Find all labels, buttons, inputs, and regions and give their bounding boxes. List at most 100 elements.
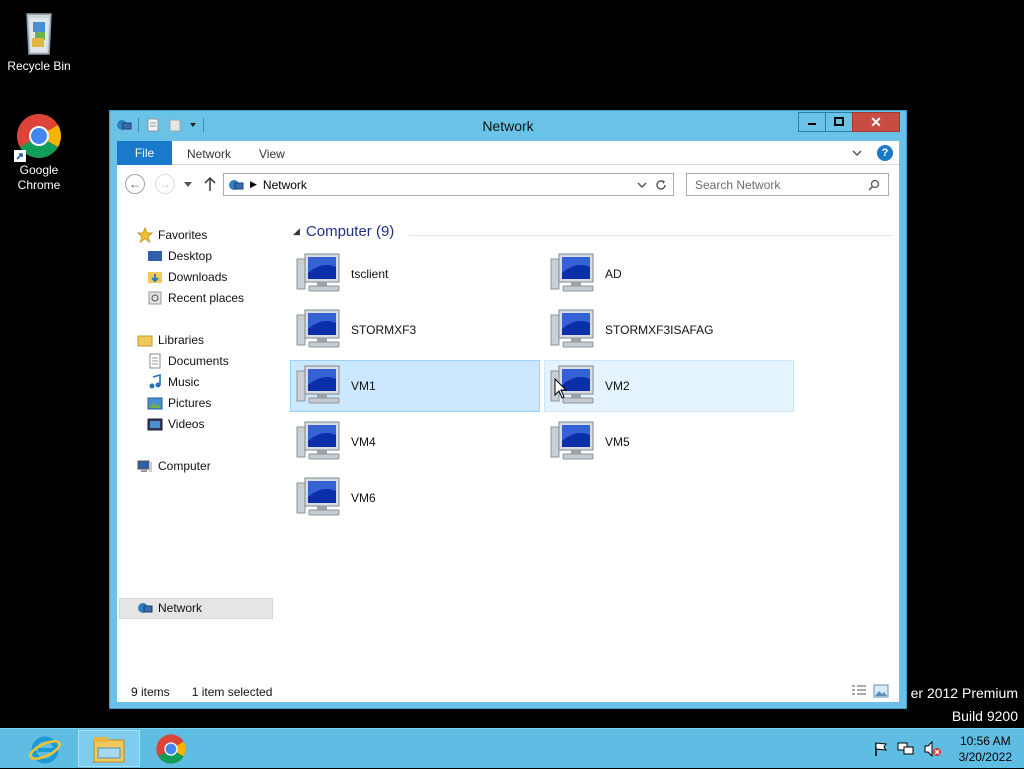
sidebar-item-pictures[interactable]: Pictures <box>147 393 211 413</box>
computer-item[interactable]: tsclient <box>290 248 540 300</box>
navigation-pane: Favorites Desktop Downloads Recent place… <box>117 211 282 681</box>
sidebar-item-computer[interactable]: Computer <box>137 456 211 476</box>
network-status-icon[interactable] <box>897 741 915 757</box>
taskbar-google-chrome[interactable] <box>140 730 202 767</box>
computer-icon <box>295 419 345 466</box>
chrome-icon <box>14 112 63 162</box>
google-chrome-shortcut[interactable]: Google Chrome <box>1 112 77 193</box>
taskbar-clock[interactable]: 10:56 AM 3/20/2022 <box>959 733 1012 765</box>
sidebar-item-downloads[interactable]: Downloads <box>147 267 227 287</box>
network-location-icon <box>229 179 244 190</box>
taskbar-internet-explorer[interactable] <box>14 730 76 767</box>
tab-file[interactable]: File <box>117 141 172 165</box>
computer-item-label: VM5 <box>605 435 630 449</box>
ribbon-tab-bar: File Network View ? <box>117 141 899 165</box>
group-header-label: Computer (9) <box>305 223 395 240</box>
videos-icon <box>147 418 163 431</box>
window-title: Network <box>482 118 534 134</box>
sidebar-item-label: Favorites <box>158 228 208 242</box>
recycle-bin-shortcut[interactable]: Recycle Bin <box>1 8 77 74</box>
selection-count: 1 item selected <box>191 684 273 699</box>
computer-item-label: STORMXF3ISAFAG <box>605 323 714 337</box>
computer-item[interactable]: STORMXF3 <box>290 304 540 356</box>
sidebar-item-recent-places[interactable]: Recent places <box>147 288 244 308</box>
sidebar-item-videos[interactable]: Videos <box>147 414 204 434</box>
back-arrow-icon: ← <box>129 177 141 191</box>
recent-locations-icon[interactable] <box>183 181 193 189</box>
computer-item[interactable]: VM5 <box>544 416 794 468</box>
music-icon <box>149 374 161 389</box>
tab-network[interactable]: Network <box>187 147 231 161</box>
forward-arrow-icon: → <box>159 177 171 191</box>
computer-item-label: VM2 <box>605 379 630 393</box>
sidebar-item-label: Videos <box>168 417 205 431</box>
sidebar-item-documents[interactable]: Documents <box>147 351 229 371</box>
address-bar[interactable]: ▶ Network <box>223 173 674 196</box>
computer-item-label: VM6 <box>351 491 376 505</box>
chrome-icon <box>156 733 186 764</box>
expand-ribbon-icon[interactable] <box>851 147 863 159</box>
maximize-button[interactable] <box>825 112 853 132</box>
sidebar-item-label: Desktop <box>168 249 213 263</box>
computer-item[interactable]: STORMXF3ISAFAG <box>544 304 794 356</box>
item-count: 9 items <box>131 684 170 699</box>
group-divider <box>409 235 892 236</box>
sidebar-item-desktop[interactable]: Desktop <box>147 246 212 266</box>
action-center-flag-icon[interactable] <box>873 741 889 757</box>
minimize-icon <box>808 123 816 125</box>
help-icon[interactable]: ? <box>877 145 893 161</box>
recycle-bin-icon <box>15 8 63 56</box>
group-header[interactable]: ◢ Computer (9) <box>293 223 394 240</box>
computer-item[interactable]: VM1 <box>290 360 540 412</box>
address-path[interactable]: Network <box>263 178 307 192</box>
maximize-icon <box>834 117 844 126</box>
volume-muted-icon[interactable] <box>923 741 941 757</box>
sidebar-item-music[interactable]: Music <box>147 372 199 392</box>
computer-item[interactable]: AD <box>544 248 794 300</box>
shortcut-arrow-icon <box>14 150 26 162</box>
search-input[interactable]: Search Network <box>686 173 889 196</box>
computer-icon <box>549 307 599 354</box>
sidebar-item-label: Pictures <box>168 396 212 410</box>
computer-item-label: AD <box>605 267 622 281</box>
sidebar-item-network[interactable]: Network <box>137 598 202 618</box>
search-icon[interactable] <box>868 179 880 191</box>
title-bar[interactable]: Network ✕ <box>110 111 906 141</box>
mouse-cursor-icon <box>554 378 568 399</box>
taskbar-file-explorer[interactable] <box>78 730 140 767</box>
address-dropdown-icon[interactable] <box>637 181 647 189</box>
computer-item-label: tsclient <box>351 267 389 281</box>
ribbon-right-controls: ? <box>851 145 893 161</box>
sidebar-item-label: Computer <box>158 459 211 473</box>
taskbar: 10:56 AM 3/20/2022 <box>0 728 1024 768</box>
details-view-icon[interactable] <box>851 684 867 698</box>
close-button[interactable]: ✕ <box>852 112 900 132</box>
downloads-icon <box>148 272 162 283</box>
sidebar-item-label: Downloads <box>168 270 228 284</box>
back-button[interactable]: ← <box>125 174 145 194</box>
clock-time: 10:56 AM <box>959 734 1011 748</box>
computer-item[interactable]: VM6 <box>290 472 540 524</box>
tab-view[interactable]: View <box>259 147 285 161</box>
large-icons-view-icon[interactable] <box>873 684 889 698</box>
sidebar-item-favorites[interactable]: Favorites <box>137 225 207 245</box>
star-icon <box>137 227 153 243</box>
forward-button[interactable]: → <box>155 174 175 194</box>
collapse-group-icon[interactable]: ◢ <box>293 226 300 237</box>
desktop-icon <box>148 251 162 261</box>
sidebar-item-label: Music <box>168 375 200 389</box>
refresh-icon[interactable] <box>655 179 667 191</box>
breadcrumb-arrow-icon[interactable]: ▶ <box>250 179 257 190</box>
computer-item[interactable]: VM2 <box>544 360 794 412</box>
computer-item[interactable]: VM4 <box>290 416 540 468</box>
search-placeholder: Search Network <box>695 177 781 192</box>
computer-icon <box>549 419 599 466</box>
recent-places-icon <box>148 291 162 305</box>
up-arrow-icon[interactable] <box>203 176 217 192</box>
chrome-label: Google Chrome <box>17 163 61 192</box>
clock-date: 3/20/2022 <box>958 750 1012 764</box>
sidebar-item-libraries[interactable]: Libraries <box>137 330 204 350</box>
libraries-icon <box>137 335 153 347</box>
os-watermark-line1: er 2012 Premium <box>910 685 1018 701</box>
minimize-button[interactable] <box>798 112 826 132</box>
